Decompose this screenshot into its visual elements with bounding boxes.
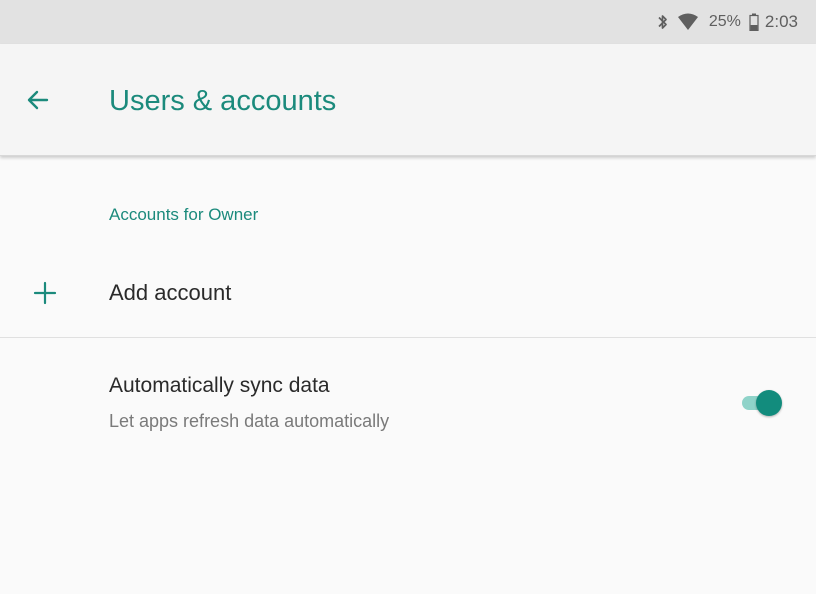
add-account-label: Add account bbox=[109, 280, 232, 305]
wifi-icon bbox=[677, 13, 699, 31]
app-bar: Users & accounts bbox=[0, 44, 816, 156]
auto-sync-toggle[interactable] bbox=[740, 390, 784, 416]
plus-icon bbox=[33, 281, 57, 305]
clock: 2:03 bbox=[764, 12, 798, 31]
status-bar: 25% 2:03 bbox=[0, 0, 816, 44]
section-header-accounts: Accounts for Owner bbox=[109, 205, 259, 224]
divider bbox=[0, 337, 816, 338]
arrow-back-icon bbox=[27, 90, 49, 110]
battery-icon bbox=[749, 13, 759, 31]
toggle-thumb bbox=[756, 390, 782, 416]
back-button[interactable] bbox=[22, 84, 54, 116]
bluetooth-icon bbox=[657, 13, 669, 31]
page-title: Users & accounts bbox=[109, 85, 337, 117]
battery-percent: 25% bbox=[708, 13, 741, 30]
auto-sync-title: Automatically sync data bbox=[109, 374, 330, 397]
auto-sync-setting[interactable]: Automatically sync data Let apps refresh… bbox=[0, 340, 816, 460]
auto-sync-summary: Let apps refresh data automatically bbox=[109, 411, 390, 431]
add-account-item[interactable]: Add account bbox=[0, 250, 816, 336]
